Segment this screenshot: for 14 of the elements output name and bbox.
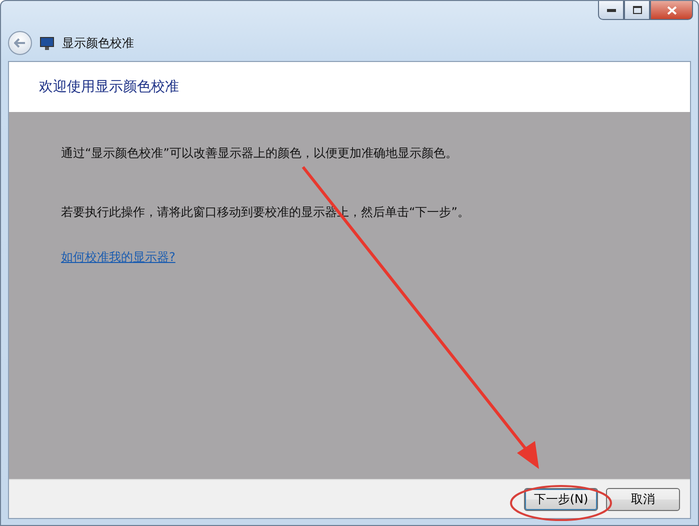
maximize-icon (632, 6, 642, 14)
instruction-text: 通过“显示颜色校准”可以改善显示器上的颜色，以便更加准确地显示颜色。 (61, 145, 458, 162)
next-button[interactable]: 下一步(N) (524, 488, 598, 510)
minimize-icon (606, 8, 616, 12)
page-heading: 欢迎使用显示颜色校准 (39, 78, 179, 96)
monitor-icon (40, 36, 54, 50)
maximize-button[interactable] (624, 1, 650, 20)
back-arrow-icon (14, 38, 26, 48)
window-title: 显示颜色校准 (62, 34, 134, 52)
minimize-button[interactable] (598, 1, 624, 20)
back-button[interactable] (8, 31, 32, 55)
cancel-button[interactable]: 取消 (606, 488, 680, 510)
close-button[interactable] (650, 1, 693, 20)
close-icon (666, 6, 676, 14)
